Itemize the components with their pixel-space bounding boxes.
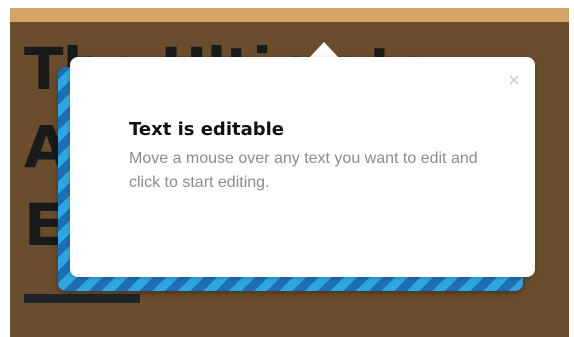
tutorial-popover: Text is editable Move a mouse over any t… xyxy=(70,57,535,277)
popover-title: Text is editable xyxy=(129,119,285,140)
popover-arrow xyxy=(309,42,339,58)
popover-body-text: Move a mouse over any text you want to e… xyxy=(129,150,478,191)
page-top-bar xyxy=(10,8,569,22)
close-icon[interactable] xyxy=(507,73,521,87)
heading-underline xyxy=(24,294,140,303)
